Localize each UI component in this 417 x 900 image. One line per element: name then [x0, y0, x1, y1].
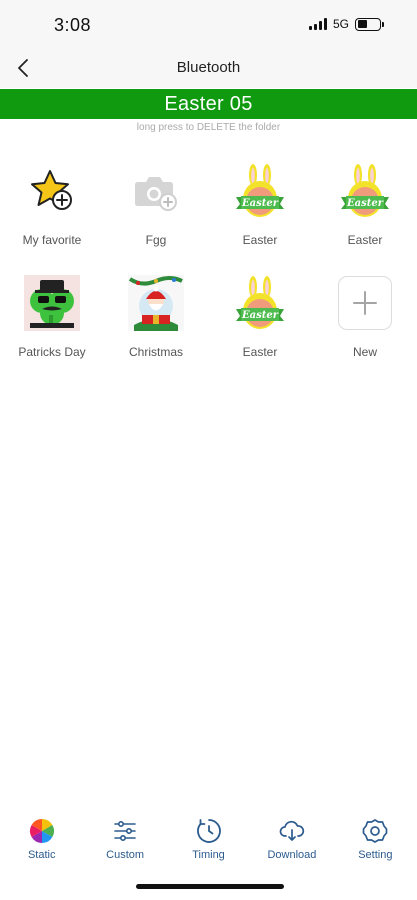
grid-item-fgg[interactable]: Fgg — [104, 163, 208, 263]
grid-item-easter[interactable]: Easter Easter — [208, 163, 312, 263]
plus-icon — [338, 276, 392, 330]
sliders-icon — [114, 820, 136, 841]
signal-icon — [308, 18, 327, 30]
tab-label: Custom — [106, 849, 145, 861]
tab-label: Setting — [358, 849, 393, 861]
grid-item-label: Easter — [242, 233, 278, 247]
status-indicators: 5G — [308, 17, 384, 31]
star-add-icon — [24, 163, 80, 219]
grid-item-label: Patricks Day — [18, 345, 86, 359]
status-bar: 3:08 5G — [0, 0, 417, 50]
bottom-tab-bar: Static Custom Timing Download Setting — [0, 810, 417, 870]
grid-item-label: Easter — [242, 345, 278, 359]
delete-hint: long press to DELETE the folder — [136, 122, 281, 133]
grid-item-label: New — [352, 345, 377, 359]
grid-item-patricks-day[interactable]: Patricks Day — [0, 275, 104, 375]
grid-item-christmas[interactable]: Christmas — [104, 275, 208, 375]
christmas-image — [128, 275, 184, 331]
nav-bar: Bluetooth — [0, 50, 417, 88]
timer-icon — [196, 819, 221, 843]
grid-item-easter[interactable]: Easter Easter — [208, 275, 312, 375]
tab-label: Timing — [192, 849, 225, 861]
easter-egg-image: Easter — [232, 163, 288, 219]
camera-add-icon — [128, 163, 184, 219]
grid-item-label: Fgg — [145, 233, 167, 247]
network-type: 5G — [332, 17, 349, 31]
easter-image-text: Easter — [241, 198, 279, 209]
tab-label: Static — [27, 849, 56, 861]
tab-custom[interactable]: Custom — [83, 810, 166, 870]
tab-timing[interactable]: Timing — [167, 810, 250, 870]
new-folder-button[interactable]: New — [313, 275, 417, 375]
page-title: Bluetooth — [176, 59, 241, 76]
gear-icon — [362, 819, 388, 843]
easter-egg-image: Easter — [337, 163, 393, 219]
tab-static[interactable]: Static — [0, 810, 83, 870]
color-wheel-icon — [29, 819, 54, 843]
easter-egg-image: Easter — [232, 275, 288, 331]
folder-name: Easter 05 — [0, 89, 417, 119]
tab-label: Download — [267, 849, 317, 861]
home-indicator[interactable] — [136, 884, 284, 889]
grid-item-my-favorite[interactable]: My favorite — [0, 163, 104, 263]
grid-item-label: Easter — [347, 233, 383, 247]
grid-item-easter[interactable]: Easter Easter — [313, 163, 417, 263]
status-time: 3:08 — [54, 15, 92, 35]
battery-icon — [355, 17, 384, 31]
cloud-download-icon — [279, 820, 305, 841]
patricks-day-image — [24, 275, 80, 331]
grid-item-label: My favorite — [22, 233, 82, 247]
grid-item-label: Christmas — [128, 345, 183, 359]
easter-image-text: Easter — [346, 198, 384, 209]
easter-image-text: Easter — [241, 310, 279, 321]
tab-download[interactable]: Download — [250, 810, 333, 870]
tab-setting[interactable]: Setting — [334, 810, 417, 870]
